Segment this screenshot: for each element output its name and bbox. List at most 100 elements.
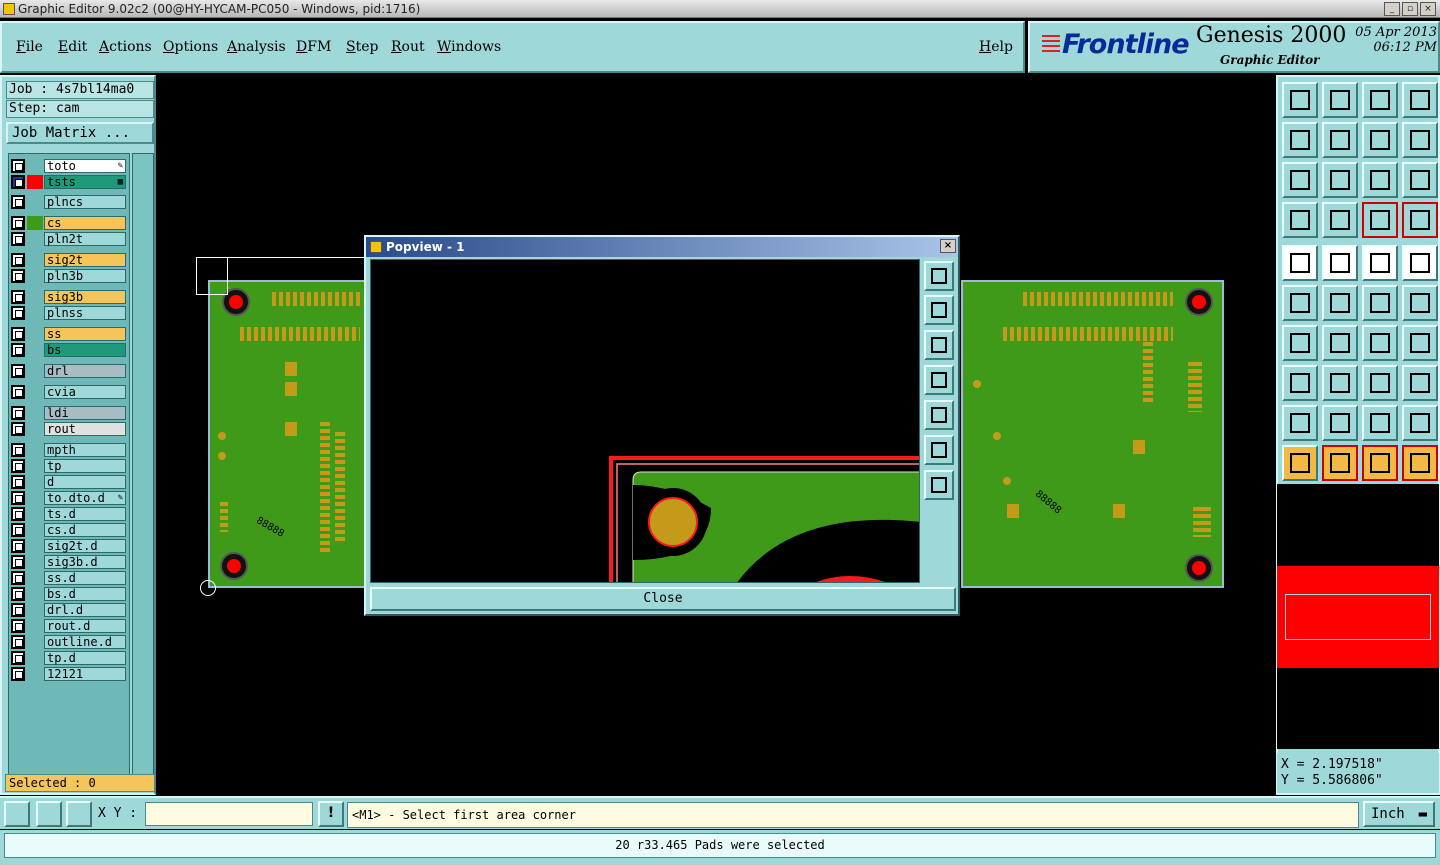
- layer-name[interactable]: cvia: [44, 385, 126, 399]
- layer-checkbox[interactable]: [11, 459, 25, 473]
- layers-compare-button[interactable]: [1402, 202, 1438, 238]
- layer-checkbox[interactable]: [11, 364, 25, 378]
- menu-help[interactable]: Help: [979, 39, 1013, 55]
- polygon-button[interactable]: [1282, 405, 1318, 441]
- layer-row[interactable]: toto ✎: [9, 158, 131, 174]
- layer-row[interactable]: rout: [9, 421, 131, 437]
- select-area-button[interactable]: [1322, 445, 1358, 481]
- fit-screen-button[interactable]: [1282, 162, 1318, 198]
- layer-checkbox[interactable]: [11, 175, 25, 189]
- layer-name[interactable]: toto ✎: [44, 159, 126, 173]
- text-button[interactable]: [1402, 325, 1438, 361]
- menu-step[interactable]: Step: [346, 39, 378, 55]
- layer-color-swatch[interactable]: [27, 343, 43, 357]
- layer-checkbox[interactable]: [11, 306, 25, 320]
- home-button[interactable]: [1362, 82, 1398, 118]
- layer-row[interactable]: plncs: [9, 194, 131, 210]
- layer-color-swatch[interactable]: [27, 269, 43, 283]
- layer-checkbox[interactable]: [11, 385, 25, 399]
- menu-dfm[interactable]: DFM: [296, 39, 331, 55]
- layer-checkbox[interactable]: [11, 327, 25, 341]
- menu-analysis[interactable]: Analysis: [227, 39, 286, 55]
- layer-name[interactable]: cs: [44, 216, 126, 230]
- layer-row[interactable]: ss: [9, 326, 131, 342]
- menu-rout[interactable]: Rout: [391, 39, 425, 55]
- layer-color-swatch[interactable]: [27, 443, 43, 457]
- layer-color-swatch[interactable]: [27, 290, 43, 304]
- layer-name[interactable]: bs: [44, 343, 126, 357]
- layer-name[interactable]: ldi: [44, 406, 126, 420]
- layer-row[interactable]: sig3b.d: [9, 554, 131, 570]
- layer-checkbox[interactable]: [11, 603, 25, 617]
- layer-color-swatch[interactable]: [27, 667, 43, 681]
- layer-color-swatch[interactable]: [27, 475, 43, 489]
- layer-name[interactable]: drl.d: [44, 603, 126, 617]
- layer-name[interactable]: mpth: [44, 443, 126, 457]
- layer-color-swatch[interactable]: [27, 232, 43, 246]
- layer-row[interactable]: sig2t: [9, 252, 131, 268]
- xy-input[interactable]: [145, 802, 313, 826]
- layer-name[interactable]: sig2t: [44, 253, 126, 267]
- layer-row[interactable]: tp: [9, 458, 131, 474]
- layer-checkbox[interactable]: [11, 539, 25, 553]
- layer-color-swatch[interactable]: [27, 364, 43, 378]
- layer-color-swatch[interactable]: [27, 491, 43, 505]
- layer-checkbox[interactable]: [11, 651, 25, 665]
- feature-select-button[interactable]: [1282, 245, 1318, 281]
- layer-checkbox[interactable]: [11, 195, 25, 209]
- close-window-button[interactable]: ×: [1420, 2, 1436, 16]
- layer-row[interactable]: rout.d: [9, 618, 131, 634]
- layer-checkbox[interactable]: [11, 491, 25, 505]
- layer-name[interactable]: bs.d: [44, 587, 126, 601]
- grid-button[interactable]: [1322, 202, 1358, 238]
- layer-color-swatch[interactable]: [27, 306, 43, 320]
- scale-1-2-button[interactable]: [1362, 162, 1398, 198]
- menu-actions[interactable]: Actions: [99, 39, 152, 55]
- layer-row[interactable]: drl: [9, 363, 131, 379]
- layers-toggle-button[interactable]: [1362, 202, 1398, 238]
- arc-button[interactable]: [1362, 325, 1398, 361]
- layer-checkbox[interactable]: [11, 555, 25, 569]
- layer-checkbox[interactable]: [11, 667, 25, 681]
- layer-color-swatch[interactable]: [27, 406, 43, 420]
- menu-file[interactable]: File: [16, 39, 43, 55]
- layer-checkbox[interactable]: [11, 523, 25, 537]
- alert-icon[interactable]: !: [318, 801, 344, 827]
- snake-button[interactable]: [1402, 122, 1438, 158]
- layer-row[interactable]: ss.d: [9, 570, 131, 586]
- layer-name[interactable]: ss.d: [44, 571, 126, 585]
- layer-checkbox[interactable]: [11, 159, 25, 173]
- pad-button[interactable]: [1402, 245, 1438, 281]
- layer-name[interactable]: sig3b.d: [44, 555, 126, 569]
- layer-name[interactable]: outline.d: [44, 635, 126, 649]
- center-button[interactable]: [1322, 162, 1358, 198]
- connect-button[interactable]: [1282, 285, 1318, 321]
- home-view-button[interactable]: [1282, 82, 1318, 118]
- layer-row[interactable]: bs: [9, 342, 131, 358]
- layer-color-swatch[interactable]: [27, 523, 43, 537]
- layer-checkbox[interactable]: [11, 422, 25, 436]
- layer-color-swatch[interactable]: [27, 159, 43, 173]
- layer-name[interactable]: d: [44, 475, 126, 489]
- resize-button[interactable]: [1362, 365, 1398, 401]
- layer-row[interactable]: cs: [9, 215, 131, 231]
- pan-down-button[interactable]: [1322, 82, 1358, 118]
- layer-color-swatch[interactable]: [27, 571, 43, 585]
- layer-name[interactable]: pln3b: [44, 269, 126, 283]
- settings-button[interactable]: [1282, 202, 1318, 238]
- layer-row[interactable]: tsts ▦: [9, 174, 131, 190]
- menu-windows[interactable]: Windows: [437, 39, 501, 55]
- layer-name[interactable]: pln2t: [44, 232, 126, 246]
- job-matrix-button[interactable]: Job Matrix ...: [6, 122, 154, 144]
- layer-list-scrollbar[interactable]: [132, 153, 154, 783]
- layer-name[interactable]: cs.d: [44, 523, 126, 537]
- minimize-button[interactable]: _: [1384, 2, 1400, 16]
- layer-row[interactable]: cs.d: [9, 522, 131, 538]
- popview-close-icon[interactable]: ×: [940, 239, 956, 253]
- surface-button[interactable]: [1322, 405, 1358, 441]
- layer-name[interactable]: 12121: [44, 667, 126, 681]
- layer-name[interactable]: to.dto.d ✎: [44, 491, 126, 505]
- layer-color-swatch[interactable]: [27, 175, 43, 189]
- overview-view-rect[interactable]: [1285, 594, 1431, 640]
- layer-checkbox[interactable]: [11, 475, 25, 489]
